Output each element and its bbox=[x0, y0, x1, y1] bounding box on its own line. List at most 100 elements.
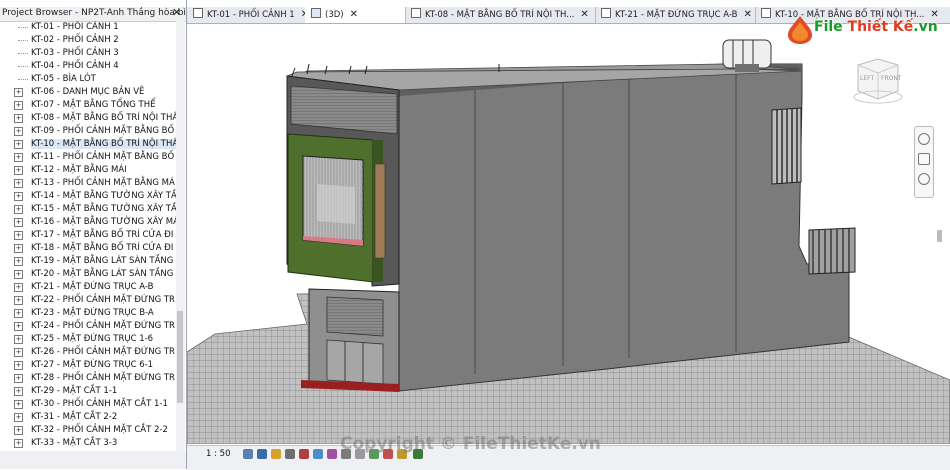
3d-viewport[interactable]: LEFT FRONT bbox=[187, 24, 950, 444]
close-tab-icon[interactable]: ✕ bbox=[580, 9, 588, 20]
brand-watermark: File Thiết Kế.vn bbox=[786, 12, 938, 48]
tree-item[interactable]: + KT-32 - PHỐI CẢNH MẶT CẮT 2-2 bbox=[0, 424, 176, 437]
view-cube[interactable]: LEFT FRONT bbox=[850, 57, 906, 109]
tree-item[interactable]: KT-02 - PHỐI CẢNH 2 bbox=[0, 34, 176, 47]
copyright-watermark: Copyright © FileThietKe.vn bbox=[340, 434, 601, 454]
expand-icon[interactable]: + bbox=[14, 322, 23, 331]
expand-icon[interactable]: + bbox=[14, 296, 23, 305]
shadows-icon[interactable] bbox=[285, 449, 295, 459]
tree-item[interactable]: + KT-14 - MẶT BẰNG TƯỜNG XÂY TẦ bbox=[0, 190, 176, 203]
expand-icon[interactable]: + bbox=[14, 179, 23, 188]
navigation-bar[interactable] bbox=[914, 126, 934, 198]
render-icon[interactable] bbox=[299, 449, 309, 459]
crop-view-icon[interactable] bbox=[313, 449, 323, 459]
balcony-railing bbox=[808, 227, 856, 275]
orbit-icon[interactable] bbox=[918, 173, 930, 185]
sheet-icon bbox=[411, 8, 421, 18]
expand-icon[interactable]: + bbox=[14, 309, 23, 318]
tree-connector bbox=[18, 79, 28, 80]
tree-item[interactable]: KT-04 - PHỐI CẢNH 4 bbox=[0, 60, 176, 73]
zoom-icon[interactable] bbox=[918, 153, 930, 165]
expand-icon[interactable]: + bbox=[14, 101, 23, 110]
expand-icon[interactable]: + bbox=[14, 335, 23, 344]
tab-1[interactable]: KT-01 - PHỐI CẢNH 1✕ bbox=[187, 7, 306, 23]
tree-item-label: KT-17 - MẶT BẰNG BỐ TRÍ CỬA ĐI bbox=[31, 230, 174, 240]
viewcube-front-label[interactable]: FRONT bbox=[881, 75, 902, 82]
expand-icon[interactable]: + bbox=[14, 387, 23, 396]
expand-icon[interactable]: + bbox=[14, 413, 23, 422]
tab-label: KT-21 - MẶT ĐỨNG TRỤC A-B bbox=[615, 10, 738, 20]
tree-item[interactable]: + KT-12 - MẶT BẰNG MÁI bbox=[0, 164, 176, 177]
tree-item[interactable]: + KT-09 - PHỐI CẢNH MẶT BẰNG BỐ bbox=[0, 125, 176, 138]
tree-item[interactable]: + KT-24 - PHỐI CẢNH MẶT ĐỨNG TR bbox=[0, 320, 176, 333]
tab-2[interactable]: (3D) ✕ bbox=[305, 7, 406, 23]
tree-item-label: KT-09 - PHỐI CẢNH MẶT BẰNG BỐ bbox=[31, 126, 175, 136]
steering-wheel-icon[interactable] bbox=[918, 133, 930, 145]
expand-icon[interactable]: + bbox=[14, 283, 23, 292]
expand-icon[interactable]: + bbox=[14, 426, 23, 435]
tree-item[interactable]: + KT-18 - MẶT BẰNG BỐ TRÍ CỬA ĐI bbox=[0, 242, 176, 255]
tree-item[interactable]: + KT-13 - PHỐI CẢNH MẶT BẰNG MÁ bbox=[0, 177, 176, 190]
expand-icon[interactable]: + bbox=[14, 348, 23, 357]
tree-item[interactable]: + KT-22 - PHỐI CẢNH MẶT ĐỨNG TR bbox=[0, 294, 176, 307]
tree-item[interactable]: KT-01 - PHỐI CẢNH 1 bbox=[0, 21, 176, 34]
temporary-hide-icon[interactable] bbox=[327, 449, 337, 459]
tree-item[interactable]: + KT-28 - PHỐI CẢNH MẶT ĐỨNG TR bbox=[0, 372, 176, 385]
expand-icon[interactable]: + bbox=[14, 361, 23, 370]
tree-item[interactable]: + KT-25 - MẶT ĐỨNG TRỤC 1-6 bbox=[0, 333, 176, 346]
expand-icon[interactable]: + bbox=[14, 114, 23, 123]
tree-item[interactable]: + KT-23 - MẶT ĐỨNG TRỤC B-A bbox=[0, 307, 176, 320]
expand-icon[interactable]: + bbox=[14, 140, 23, 149]
view-scale[interactable]: 1 : 50 bbox=[206, 449, 231, 459]
tree-item[interactable]: + KT-19 - MẶT BẰNG LÁT SÀN TẦNG bbox=[0, 255, 176, 268]
expand-icon[interactable]: + bbox=[14, 257, 23, 266]
tree-item[interactable]: + KT-11 - PHỐI CẢNH MẶT BẰNG BỐ bbox=[0, 151, 176, 164]
close-tab-icon[interactable]: ✕ bbox=[350, 9, 358, 20]
project-browser-scrollbar[interactable] bbox=[176, 21, 185, 451]
sun-path-icon[interactable] bbox=[271, 449, 281, 459]
viewport-scrollbar-thumb[interactable] bbox=[937, 230, 942, 242]
tree-item[interactable]: KT-05 - BÌA LÓT bbox=[0, 73, 176, 86]
tree-item[interactable]: + KT-10 - MẶT BẰNG BỐ TRÍ NỘI THẤ bbox=[0, 138, 176, 151]
tree-item[interactable]: + KT-26 - PHỐI CẢNH MẶT ĐỨNG TR bbox=[0, 346, 176, 359]
tree-item[interactable]: + KT-16 - MẶT BẰNG TƯỜNG XÂY MÁ bbox=[0, 216, 176, 229]
expand-icon[interactable]: + bbox=[14, 244, 23, 253]
expand-icon[interactable]: + bbox=[14, 439, 23, 448]
expand-icon[interactable]: + bbox=[14, 166, 23, 175]
expand-icon[interactable]: + bbox=[14, 192, 23, 201]
tree-item[interactable]: + KT-27 - MẶT ĐỨNG TRỤC 6-1 bbox=[0, 359, 176, 372]
building-model[interactable] bbox=[187, 24, 950, 444]
tree-item[interactable]: KT-03 - PHỐI CẢNH 3 bbox=[0, 47, 176, 60]
expand-icon[interactable]: + bbox=[14, 270, 23, 279]
tree-item[interactable]: + KT-06 - DANH MỤC BẢN VẼ bbox=[0, 86, 176, 99]
tree-item[interactable]: + KT-31 - MẶT CẮT 2-2 bbox=[0, 411, 176, 424]
tree-item[interactable]: + KT-20 - MẶT BẰNG LÁT SÀN TẦNG bbox=[0, 268, 176, 281]
tree-item[interactable]: + KT-29 - MẶT CẮT 1-1 bbox=[0, 385, 176, 398]
expand-icon[interactable]: + bbox=[14, 400, 23, 409]
tree-item[interactable]: + KT-08 - MẶT BẰNG BỐ TRÍ NỘI THẤ bbox=[0, 112, 176, 125]
close-tab-icon[interactable]: ✕ bbox=[743, 9, 751, 20]
expand-icon[interactable]: + bbox=[14, 374, 23, 383]
expand-icon[interactable]: + bbox=[14, 205, 23, 214]
expand-icon[interactable]: + bbox=[14, 127, 23, 136]
tab-4[interactable]: KT-21 - MẶT ĐỨNG TRỤC A-B ✕ bbox=[595, 7, 756, 23]
tree-item[interactable]: + KT-30 - PHỐI CẢNH MẶT CẮT 1-1 bbox=[0, 398, 176, 411]
detail-level-icon[interactable] bbox=[243, 449, 253, 459]
expand-icon[interactable]: + bbox=[14, 88, 23, 97]
close-icon[interactable]: ✕ bbox=[172, 6, 181, 19]
visual-style-icon[interactable] bbox=[257, 449, 267, 459]
tree-item-label: KT-33 - MẶT CẮT 3-3 bbox=[31, 438, 118, 448]
tree-item[interactable]: + KT-15 - MẶT BẰNG TƯỜNG XÂY TẦ bbox=[0, 203, 176, 216]
tree-item[interactable]: + KT-07 - MẶT BẰNG TỔNG THỂ bbox=[0, 99, 176, 112]
tree-item[interactable]: + KT-33 - MẶT CẮT 3-3 bbox=[0, 437, 176, 450]
tree-item-label: KT-31 - MẶT CẮT 2-2 bbox=[31, 412, 118, 422]
tree-item[interactable]: + KT-17 - MẶT BẰNG BỐ TRÍ CỬA ĐI bbox=[0, 229, 176, 242]
tab-3[interactable]: KT-08 - MẶT BẰNG BỐ TRÍ NỘI TH... ✕ bbox=[405, 7, 596, 23]
tree-item[interactable]: + KT-21 - MẶT ĐỨNG TRỤC A-B bbox=[0, 281, 176, 294]
viewcube-left-label[interactable]: LEFT bbox=[860, 75, 874, 82]
project-browser-title: Project Browser - NP2T-Anh Thắng hòa bì.… bbox=[2, 8, 195, 18]
expand-icon[interactable]: + bbox=[14, 231, 23, 240]
scrollbar-thumb[interactable] bbox=[177, 311, 183, 403]
expand-icon[interactable]: + bbox=[14, 153, 23, 162]
expand-icon[interactable]: + bbox=[14, 218, 23, 227]
